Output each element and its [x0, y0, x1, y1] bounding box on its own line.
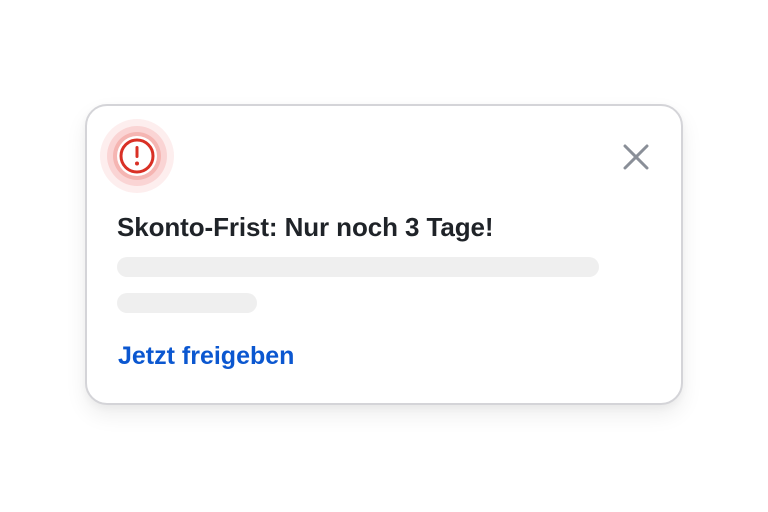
skeleton-text-line: [117, 257, 599, 277]
approve-now-link[interactable]: Jetzt freigeben: [118, 342, 294, 371]
close-icon: [623, 144, 649, 170]
skeleton-text-line: [117, 293, 257, 313]
notification-title: Skonto-Frist: Nur noch 3 Tage!: [117, 212, 494, 242]
notification-card: Skonto-Frist: Nur noch 3 Tage! Jetzt fre…: [85, 104, 683, 405]
alert-circle-icon: [99, 118, 175, 194]
close-button[interactable]: [617, 138, 655, 176]
